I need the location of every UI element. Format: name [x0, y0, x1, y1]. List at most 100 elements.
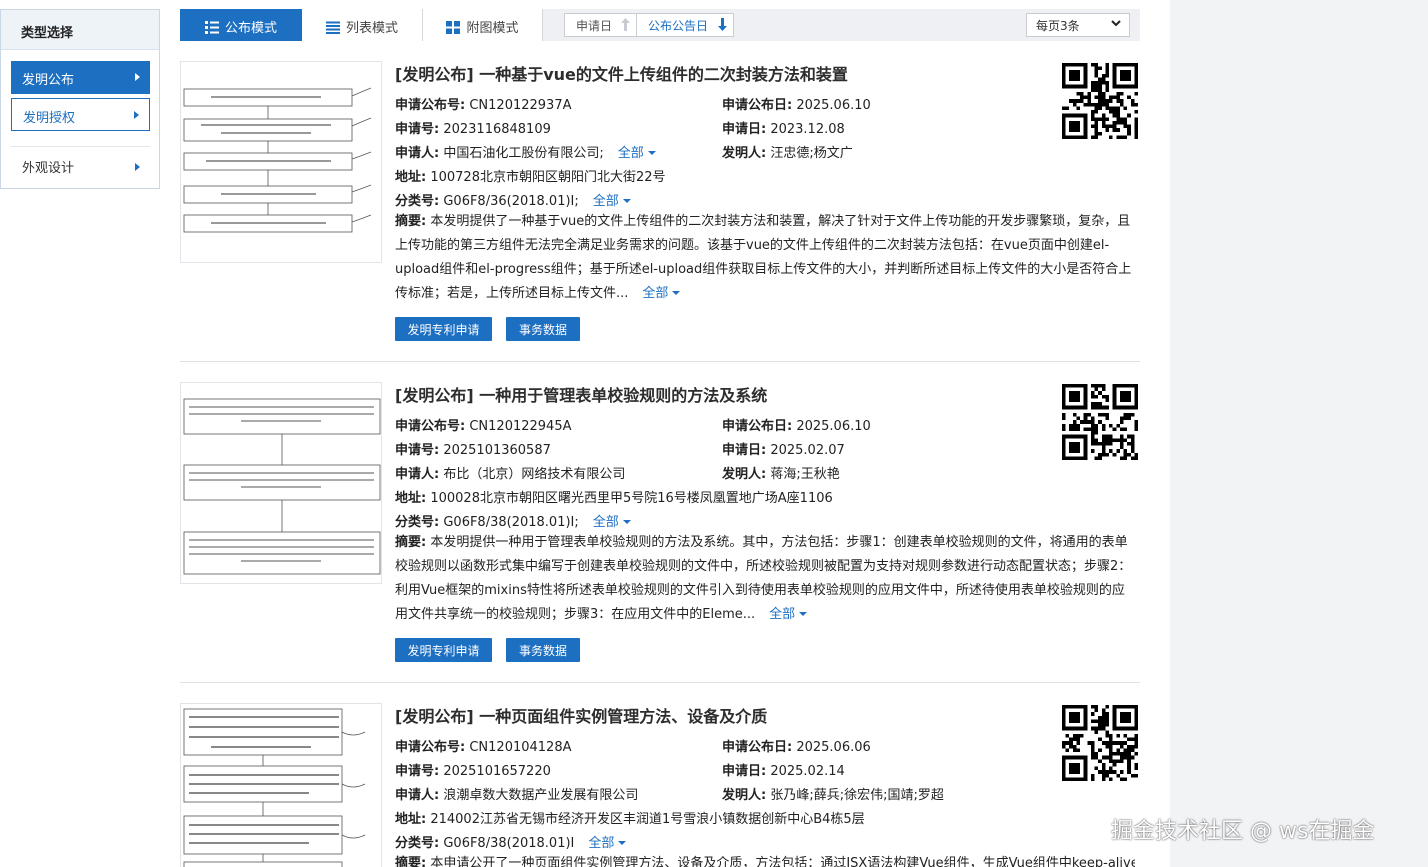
expand-link[interactable]: 全部	[769, 607, 808, 622]
expand-label: 全部	[769, 607, 796, 622]
right-gutter	[1170, 0, 1428, 867]
expand-link[interactable]: 全部	[588, 836, 627, 851]
expand-label: 全部	[592, 515, 619, 530]
caret-down-icon	[618, 841, 627, 845]
expand-label: 全部	[642, 286, 669, 301]
field-value: 布比（北京）网络技术有限公司	[443, 467, 626, 482]
tab-list-mode[interactable]: 列表模式	[302, 9, 423, 41]
field-pub-no: 申请公布号: CN120122945A	[395, 415, 571, 434]
result-title[interactable]: [发明公布] 一种页面组件实例管理方法、设备及介质	[395, 703, 767, 727]
field-value: 2023.12.08	[770, 122, 845, 137]
field-label: 申请号:	[395, 122, 440, 137]
expand-link[interactable]: 全部	[593, 194, 631, 209]
qr-code-icon	[1062, 705, 1138, 781]
per-page-select[interactable]: 每页3条	[1026, 13, 1130, 37]
transaction-data-button[interactable]: 事务数据	[506, 638, 580, 662]
result-item: [发明公布] 一种页面组件实例管理方法、设备及介质 申请公布号: CN12010…	[180, 703, 1140, 867]
field-label: 分类号:	[395, 515, 440, 530]
expand-link[interactable]: 全部	[642, 286, 681, 301]
abstract-text: 本申请公开了一种页面组件实例管理方法、设备及介质，方法包括：通过JSX语法构建V…	[430, 856, 1135, 867]
result-item: [发明公布] 一种基于vue的文件上传组件的二次封装方法和装置 申请公布号: C…	[180, 61, 1140, 362]
field-app-date: 申请日: 2025.02.14	[722, 760, 845, 779]
field-label: 摘要:	[395, 535, 427, 550]
result-title[interactable]: [发明公布] 一种用于管理表单校验规则的方法及系统	[395, 382, 767, 406]
field-value: 2025.02.07	[770, 443, 845, 458]
field-label: 申请人:	[395, 788, 440, 803]
field-app-date: 申请日: 2025.02.07	[722, 439, 845, 458]
tab-publication-mode[interactable]: 公布模式	[180, 9, 302, 41]
transaction-data-button[interactable]: 事务数据	[506, 317, 580, 341]
field-value: 2025.02.14	[770, 764, 845, 779]
field-value: 张乃峰;薛兵;徐宏伟;国靖;罗超	[770, 788, 944, 803]
sidebar-item-design[interactable]: 外观设计	[11, 146, 150, 190]
field-label: 发明人:	[722, 146, 767, 161]
caret-down-icon	[672, 291, 681, 295]
sidebar-item-invention-publication[interactable]: 发明公布	[11, 61, 150, 94]
field-app-date: 申请日: 2023.12.08	[722, 118, 845, 137]
field-value: CN120122945A	[469, 419, 572, 434]
sidebar-item-label: 发明授权	[23, 111, 76, 126]
field-pub-no: 申请公布号: CN120122937A	[395, 94, 571, 113]
field-label: 申请公布日:	[722, 740, 793, 755]
tab-figure-mode[interactable]: 附图模式	[423, 9, 543, 41]
sort-label: 公布公告日	[648, 19, 709, 33]
expand-link[interactable]: 全部	[618, 146, 656, 161]
field-value: 汪忠德;杨文广	[770, 146, 853, 161]
arrow-up-icon	[621, 18, 630, 31]
field-label: 申请人:	[395, 467, 440, 482]
field-label: 申请公布日:	[722, 98, 793, 113]
grid-icon	[446, 21, 461, 38]
sort-apply-date-button[interactable]: 申请日	[565, 14, 637, 36]
field-pub-no: 申请公布号: CN120104128A	[395, 736, 571, 755]
abstract-text: 本发明提供了一种基于vue的文件上传组件的二次封装方法和装置，解决了针对于文件上…	[395, 214, 1132, 301]
list-icon	[204, 21, 219, 38]
field-inventor: 发明人: 张乃峰;薛兵;徐宏伟;国靖;罗超	[722, 784, 944, 803]
tab-label: 列表模式	[345, 21, 398, 36]
expand-label: 全部	[617, 146, 644, 161]
sidebar-item-invention-grant[interactable]: 发明授权	[11, 98, 150, 131]
field-label: 申请号:	[395, 764, 440, 779]
field-value: 中国石油化工股份有限公司;	[443, 146, 604, 161]
field-value: CN120104128A	[469, 740, 572, 755]
caret-down-icon	[647, 151, 656, 155]
field-value: 蒋海;王秋艳	[770, 467, 840, 482]
field-label: 申请公布日:	[722, 419, 793, 434]
qr-code-icon	[1062, 384, 1138, 460]
expand-label: 全部	[592, 194, 619, 209]
type-sidebar: 类型选择 发明公布 发明授权 外观设计	[0, 9, 160, 189]
field-value: 2025101360587	[443, 443, 551, 458]
sort-controls: 申请日 公布公告日	[564, 13, 734, 37]
field-pub-date: 申请公布日: 2025.06.06	[722, 736, 871, 755]
field-label: 地址:	[395, 491, 427, 506]
field-label: 申请日:	[722, 443, 767, 458]
patent-drawing-thumbnail[interactable]	[180, 703, 382, 867]
patent-drawing-thumbnail[interactable]	[180, 382, 382, 584]
arrow-down-icon	[718, 18, 727, 31]
patent-application-button[interactable]: 发明专利申请	[395, 317, 492, 341]
divider	[180, 361, 1140, 362]
field-label: 分类号:	[395, 194, 440, 209]
patent-application-button[interactable]: 发明专利申请	[395, 638, 492, 662]
caret-down-icon	[799, 612, 808, 616]
field-value: G06F8/36(2018.01)I;	[443, 194, 579, 209]
field-address: 地址: 100028北京市朝阳区曙光西里甲5号院16号楼凤凰置地广场A座1106	[395, 487, 833, 506]
field-app-no: 申请号: 2023116848109	[395, 118, 551, 137]
field-label: 分类号:	[395, 836, 440, 851]
field-class: 分类号: G06F8/38(2018.01)I 全部	[395, 832, 627, 851]
field-label: 摘要:	[395, 214, 427, 229]
expand-link[interactable]: 全部	[593, 515, 631, 530]
expand-label: 全部	[588, 836, 615, 851]
field-label: 申请公布号:	[395, 98, 466, 113]
sort-publication-date-button[interactable]: 公布公告日	[637, 14, 733, 36]
result-title[interactable]: [发明公布] 一种基于vue的文件上传组件的二次封装方法和装置	[395, 61, 848, 85]
abstract: 摘要: 本发明提供一种用于管理表单校验规则的方法及系统。其中，方法包括：步骤1：…	[395, 531, 1135, 627]
field-class: 分类号: G06F8/38(2018.01)I; 全部	[395, 511, 631, 530]
field-label: 申请公布号:	[395, 740, 466, 755]
field-applicant: 申请人: 布比（北京）网络技术有限公司	[395, 463, 625, 482]
field-inventor: 发明人: 蒋海;王秋艳	[722, 463, 840, 482]
field-address: 地址: 214002江苏省无锡市经济开发区丰润道1号雪浪小镇数据创新中心B4栋5…	[395, 808, 865, 827]
chevron-right-icon	[135, 73, 140, 81]
patent-drawing-thumbnail[interactable]	[180, 61, 382, 263]
sidebar-item-label: 外观设计	[22, 161, 75, 176]
caret-down-icon	[622, 520, 631, 524]
